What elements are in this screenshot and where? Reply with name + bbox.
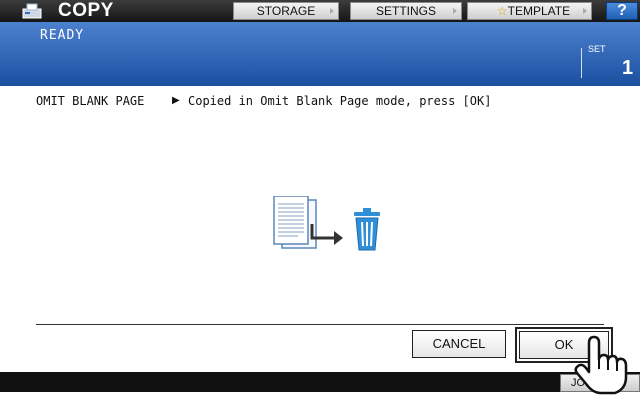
set-label: SET <box>588 44 606 54</box>
document-stack-icon <box>273 196 317 249</box>
template-label: TEMPLATE <box>507 4 571 18</box>
mode-label: OMIT BLANK PAGE <box>36 94 145 108</box>
set-divider <box>581 48 582 78</box>
settings-label: SETTINGS <box>375 4 436 18</box>
arrow-right-icon: ▶ <box>172 95 180 106</box>
hand-pointer-icon <box>574 335 628 395</box>
instruction-text: Copied in Omit Blank Page mode, press [O… <box>188 94 492 108</box>
omit-blank-illustration <box>273 196 380 251</box>
app-title: COPY <box>58 0 114 21</box>
status-bar <box>0 22 640 86</box>
storage-button[interactable]: STORAGE <box>233 2 339 20</box>
help-button[interactable]: ? <box>606 2 638 20</box>
storage-label: STORAGE <box>256 4 316 18</box>
chevron-right-icon <box>453 8 457 14</box>
chevron-right-icon <box>330 8 334 14</box>
chevron-right-icon <box>583 8 587 14</box>
template-button[interactable]: ☆TEMPLATE <box>467 2 592 20</box>
star-icon: ☆ <box>496 4 508 18</box>
copier-icon <box>22 3 42 19</box>
trash-icon <box>354 208 380 251</box>
top-bar: COPY STORAGE SETTINGS ☆TEMPLATE ? <box>0 0 640 22</box>
bottom-bar <box>0 372 640 392</box>
cancel-button[interactable]: CANCEL <box>412 330 506 358</box>
divider <box>36 324 604 325</box>
settings-button[interactable]: SETTINGS <box>350 2 462 20</box>
set-value: 1 <box>622 57 634 79</box>
status-text: READY <box>40 28 85 43</box>
